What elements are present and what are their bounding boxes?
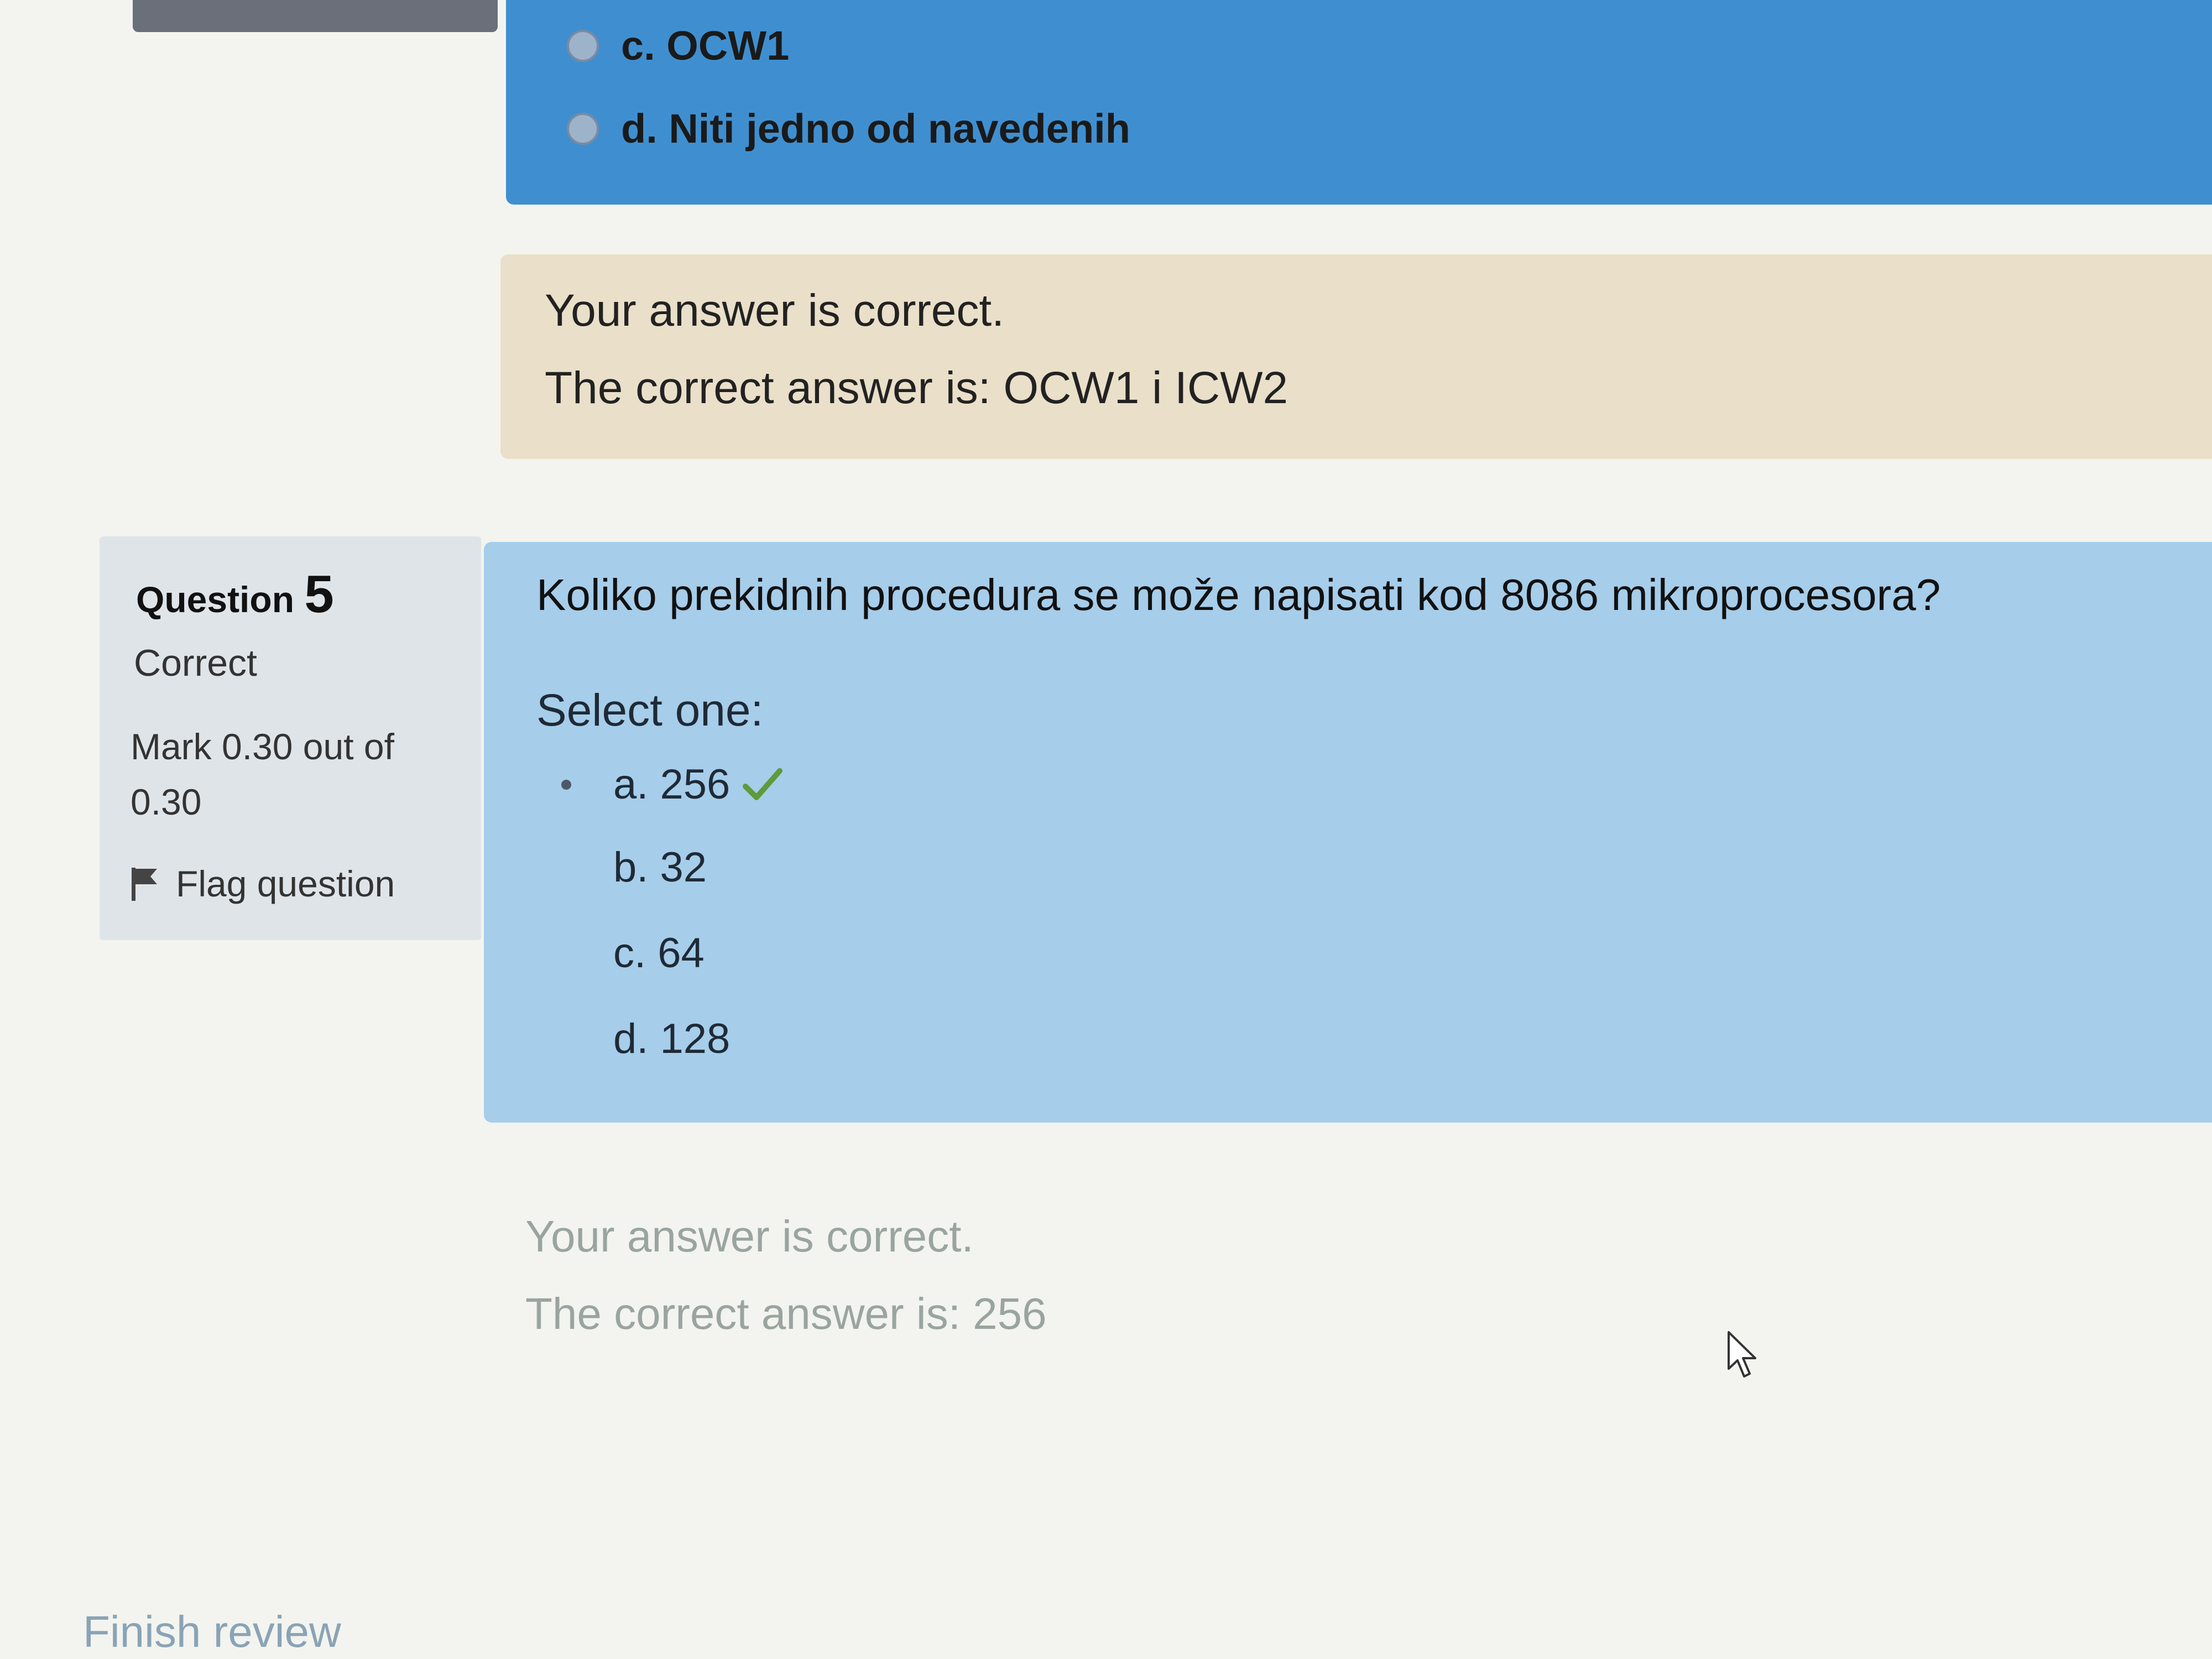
answer-option-a[interactable]: a. 256: [550, 760, 783, 808]
answer-option-c[interactable]: c. 64: [550, 929, 705, 977]
feedback-result: Your answer is correct.: [545, 285, 1004, 336]
radio-button[interactable]: [550, 1023, 582, 1055]
question-info-panel: Question 5 Correct Mark 0.30 out of 0.30…: [100, 536, 481, 940]
flag-question-label: Flag question: [176, 863, 395, 904]
select-one-prompt: Select one:: [536, 685, 764, 735]
flag-icon: [132, 868, 157, 901]
previous-question-feedback: Your answer is correct. The correct answ…: [500, 254, 2212, 459]
feedback-result: Your answer is correct.: [525, 1212, 974, 1261]
radio-button[interactable]: [550, 852, 582, 884]
question-number-value: 5: [304, 565, 334, 624]
question-grade: Mark 0.30 out of 0.30: [131, 726, 394, 822]
answer-label: d. Niti jedno od navedenih: [621, 106, 1130, 152]
checkmark-icon: [743, 768, 783, 800]
quiz-review-page: c. OCW1 d. Niti jedno od navedenih Your …: [0, 0, 2212, 1659]
radio-button[interactable]: [567, 112, 599, 145]
flag-question-link[interactable]: Flag question: [128, 863, 395, 905]
previous-info-panel: [133, 0, 498, 32]
answer-option-d[interactable]: d. Niti jedno od navedenih: [567, 105, 1130, 152]
mouse-cursor-icon: [1728, 1331, 1756, 1378]
answer-label: a. 256: [613, 761, 731, 808]
radio-button[interactable]: [550, 937, 582, 969]
answer-option-b[interactable]: b. 32: [550, 843, 707, 891]
answer-option-d[interactable]: d. 128: [550, 1015, 730, 1063]
answer-option-c[interactable]: c. OCW1: [567, 22, 789, 69]
finish-review-link[interactable]: Finish review: [83, 1606, 341, 1657]
radio-button-selected[interactable]: [550, 769, 582, 801]
answer-label: d. 128: [613, 1015, 731, 1062]
feedback-correct-answer: The correct answer is: OCW1 i ICW2: [545, 363, 1288, 413]
feedback-correct-answer: The correct answer is: 256: [525, 1289, 1047, 1338]
question-number: Question 5: [136, 564, 334, 625]
question-feedback: Your answer is correct. The correct answ…: [509, 1189, 2212, 1371]
question-heading: Question: [136, 579, 295, 620]
question-content: Koliko prekidnih procedura se može napis…: [484, 542, 2212, 1123]
question-state: Correct: [134, 642, 257, 684]
radio-button[interactable]: [567, 29, 599, 62]
answer-label: b. 32: [613, 844, 707, 891]
previous-question-content: c. OCW1 d. Niti jedno od navedenih: [506, 0, 2212, 205]
question-text: Koliko prekidnih procedura se može napis…: [536, 570, 1941, 619]
answer-label: c. OCW1: [621, 23, 790, 69]
answer-label: c. 64: [613, 930, 705, 977]
